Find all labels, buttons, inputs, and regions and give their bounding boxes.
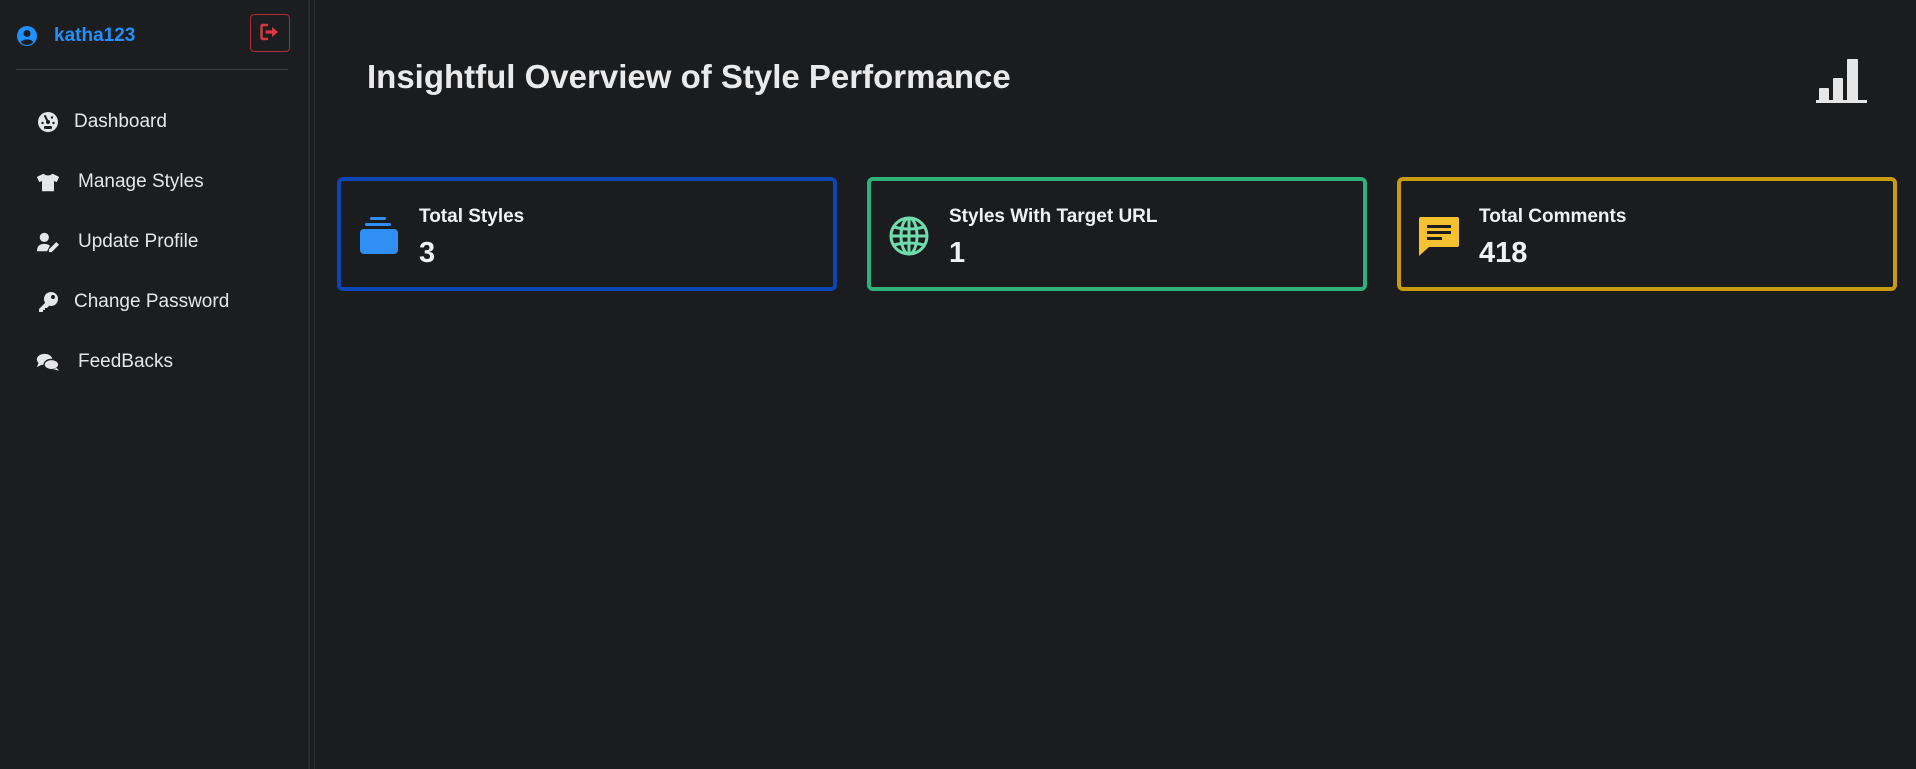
sidebar-item-manage-styles[interactable]: Manage Styles xyxy=(0,152,300,212)
sign-out-icon xyxy=(260,23,280,44)
username[interactable]: katha123 xyxy=(54,25,135,47)
stat-card-styles-with-target-url: Styles With Target URL 1 xyxy=(867,177,1367,291)
stat-label: Styles With Target URL xyxy=(949,206,1158,227)
globe-icon xyxy=(887,215,931,257)
user-circle-icon xyxy=(16,25,38,47)
page-title: Insightful Overview of Style Performance xyxy=(367,58,1011,95)
message-icon xyxy=(1417,215,1461,257)
sidebar: katha123 Dashboard Manage Styles Update … xyxy=(0,0,315,769)
app-root: katha123 Dashboard Manage Styles Update … xyxy=(0,0,1916,769)
sidebar-item-update-profile[interactable]: Update Profile xyxy=(0,212,300,272)
stat-card-total-styles: Total Styles 3 xyxy=(337,177,837,291)
stat-label: Total Comments xyxy=(1479,206,1627,227)
stat-value: 3 xyxy=(419,237,436,269)
sidebar-item-feedbacks[interactable]: FeedBacks xyxy=(0,332,300,392)
sidebar-nav: Dashboard Manage Styles Update Profile C… xyxy=(0,92,300,392)
stat-card-total-comments: Total Comments 418 xyxy=(1397,177,1897,291)
layers-icon xyxy=(357,215,401,257)
stat-value: 418 xyxy=(1479,237,1528,269)
sidebar-item-label: FeedBacks xyxy=(78,351,174,372)
stat-value: 1 xyxy=(949,237,966,269)
tshirt-icon xyxy=(36,170,60,194)
user-header: katha123 xyxy=(16,14,290,58)
user-edit-icon xyxy=(36,230,60,254)
logout-button[interactable] xyxy=(250,14,290,52)
bar-chart-icon xyxy=(1816,56,1868,104)
sidebar-item-dashboard[interactable]: Dashboard xyxy=(0,92,300,152)
sidebar-divider xyxy=(16,69,288,70)
sidebar-item-label: Change Password xyxy=(74,291,230,312)
sidebar-item-label: Update Profile xyxy=(78,231,199,252)
sidebar-item-label: Dashboard xyxy=(74,111,167,132)
comments-icon xyxy=(36,350,60,374)
sidebar-item-change-password[interactable]: Change Password xyxy=(0,272,300,332)
stat-label: Total Styles xyxy=(419,206,525,227)
key-icon xyxy=(36,290,60,314)
sidebar-item-label: Manage Styles xyxy=(78,171,204,192)
main-content: Insightful Overview of Style Performance xyxy=(318,0,1916,769)
tachometer-icon xyxy=(36,110,60,134)
